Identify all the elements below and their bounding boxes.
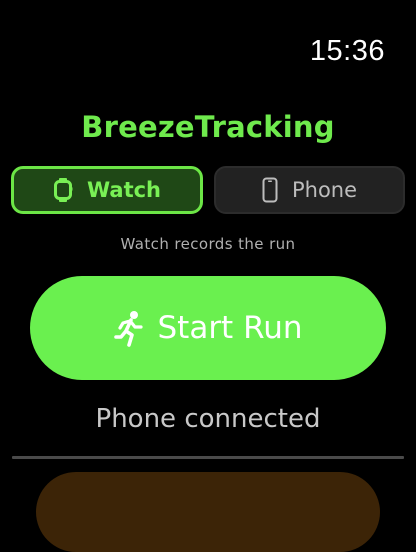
status-bar-time: 15:36 [309,35,385,67]
start-run-button[interactable]: Start Run [30,276,386,380]
source-option-watch-label: Watch [86,178,162,202]
divider [12,456,404,459]
start-run-label: Start Run [157,310,303,346]
source-option-phone[interactable]: Phone [214,166,405,214]
app-title: BreezeTracking [81,110,335,144]
source-option-watch[interactable]: Watch [11,166,203,214]
phone-icon [262,177,278,203]
source-hint: Watch records the run [120,235,296,253]
running-figure-icon [113,310,145,348]
partial-button-below[interactable] [36,472,380,552]
connection-status: Phone connected [95,404,321,434]
source-option-phone-label: Phone [291,178,358,202]
source-selector: Watch Phone [11,166,405,214]
watch-icon [53,177,73,203]
